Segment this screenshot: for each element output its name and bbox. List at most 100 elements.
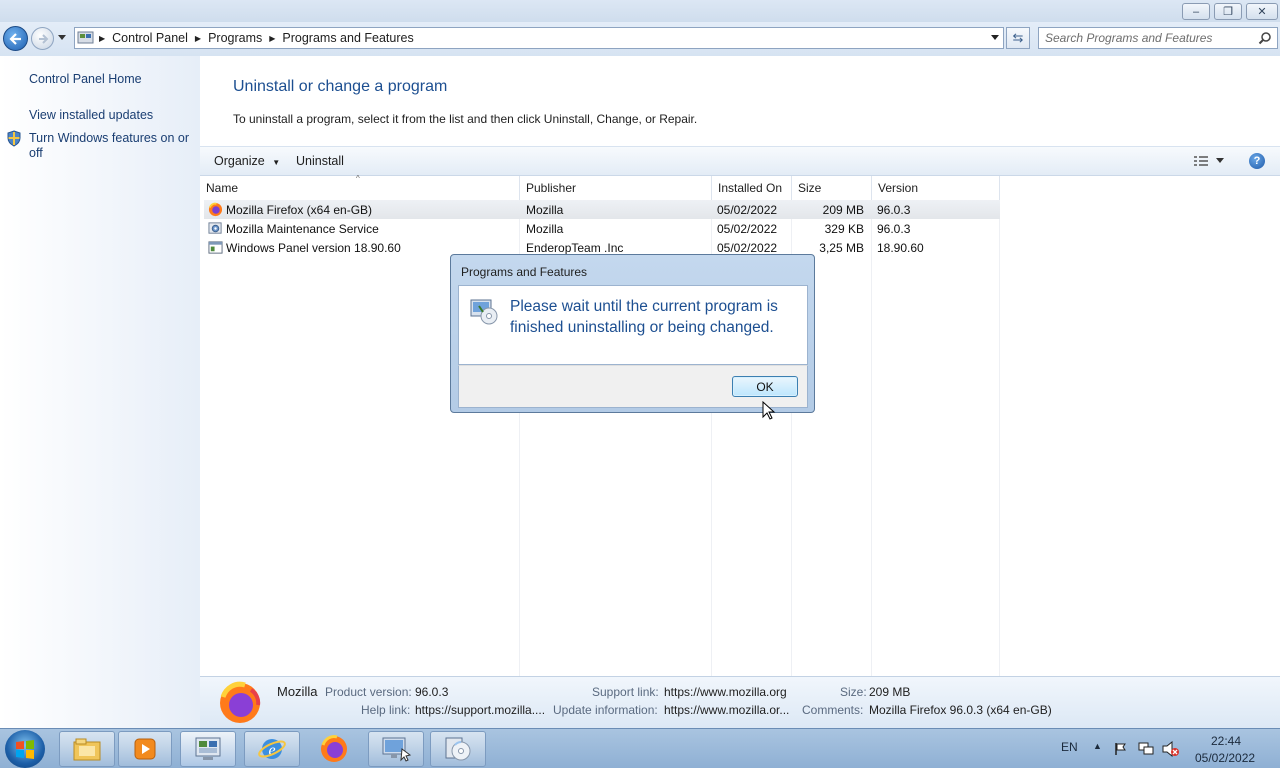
program-icon: [208, 241, 223, 254]
taskbar-media-player[interactable]: [118, 731, 172, 767]
close-icon: ✕: [1257, 6, 1267, 18]
support-link-value[interactable]: https://www.mozilla.org: [664, 685, 787, 699]
clock-date[interactable]: 05/02/2022: [1195, 751, 1255, 765]
details-publisher: Mozilla: [277, 684, 318, 699]
cell-publisher: EnderopTeam .Inc: [526, 241, 624, 255]
refresh-button[interactable]: ⇆: [1006, 27, 1030, 49]
volume-muted-icon[interactable]: [1162, 741, 1180, 757]
help-icon[interactable]: ?: [1249, 153, 1265, 169]
breadcrumb-programs[interactable]: Programs: [205, 31, 265, 45]
ok-button[interactable]: OK: [732, 376, 798, 397]
column-header-installed-on[interactable]: Installed On: [712, 176, 792, 200]
clock-time[interactable]: 22:44: [1211, 734, 1241, 748]
column-header-name[interactable]: Name ^: [200, 174, 520, 200]
taskbar-firefox[interactable]: [306, 731, 362, 767]
column-header-publisher[interactable]: Publisher: [520, 176, 712, 200]
firefox-icon: [321, 735, 347, 762]
internet-explorer-icon: e: [258, 739, 286, 759]
column-header-size[interactable]: Size: [792, 176, 872, 200]
uninstall-button[interactable]: Uninstall: [296, 154, 344, 168]
explorer-icon: [73, 738, 101, 761]
taskbar-control-panel[interactable]: [180, 731, 236, 767]
minimize-button[interactable]: –: [1182, 3, 1210, 20]
forward-button[interactable]: [31, 27, 54, 50]
command-bar: Organize ▼ Uninstall ?: [200, 146, 1280, 176]
cell-size: 3,25 MB: [819, 241, 864, 255]
breadcrumb-separator-icon: ▶: [99, 33, 106, 43]
taskbar-explorer[interactable]: [59, 731, 115, 767]
breadcrumb-control-panel[interactable]: Control Panel: [109, 31, 191, 45]
table-row[interactable]: Mozilla Firefox (x64 en-GB) Mozilla 05/0…: [204, 200, 1000, 219]
taskbar-disc-setup[interactable]: [430, 731, 486, 767]
address-box[interactable]: ▶ Control Panel ▶ Programs ▶ Programs an…: [74, 27, 1004, 49]
column-label: Publisher: [526, 181, 577, 195]
cell-publisher: Mozilla: [526, 203, 564, 217]
cell-publisher: Mozilla: [526, 222, 564, 236]
page-title: Uninstall or change a program: [233, 78, 448, 95]
column-label: Version: [878, 181, 919, 195]
control-panel-home-link[interactable]: Control Panel Home: [29, 72, 142, 87]
recent-pages-dropdown-icon[interactable]: [58, 35, 66, 40]
cell-version: 18.90.60: [877, 241, 924, 255]
column-divider: [999, 200, 1000, 676]
language-indicator[interactable]: EN: [1061, 740, 1078, 754]
maximize-button[interactable]: ❐: [1214, 3, 1242, 20]
maintenance-service-icon: [208, 222, 222, 234]
help-link-value[interactable]: https://support.mozilla....: [415, 703, 545, 717]
size-value: 209 MB: [869, 685, 911, 699]
column-label: Size: [798, 181, 822, 195]
action-center-flag-icon[interactable]: [1114, 742, 1128, 756]
dialog-button-area: OK: [458, 365, 808, 408]
help-link-label: Help link:: [361, 703, 411, 717]
cell-installed-on: 05/02/2022: [717, 203, 778, 217]
mouse-cursor-icon: [762, 401, 776, 420]
cell-version: 96.0.3: [877, 222, 911, 236]
view-installed-updates-link[interactable]: View installed updates: [29, 108, 153, 123]
cell-installed-on: 05/02/2022: [717, 241, 778, 255]
details-pane: Mozilla Product version: 96.0.3 Help lin…: [200, 676, 1280, 728]
forward-arrow-icon: [38, 33, 48, 44]
start-button[interactable]: [5, 730, 45, 768]
update-information-label: Update information:: [553, 703, 658, 717]
taskbar: e EN ▲ 22:44 05/02/2022: [0, 728, 1280, 768]
chevron-down-icon: ▼: [272, 158, 281, 167]
shield-icon: [7, 130, 21, 147]
cell-version: 96.0.3: [877, 203, 911, 217]
firefox-icon: [208, 202, 223, 217]
table-row[interactable]: Mozilla Maintenance Service Mozilla 05/0…: [204, 219, 1000, 238]
search-input[interactable]: [1045, 29, 1250, 47]
cell-size: 209 MB: [822, 203, 864, 217]
breadcrumb-programs-and-features[interactable]: Programs and Features: [279, 31, 416, 45]
taskbar-internet-explorer[interactable]: e: [244, 731, 300, 767]
cell-name: Windows Panel version 18.90.60: [226, 241, 401, 255]
support-link-label: Support link:: [592, 685, 659, 699]
view-options-icon[interactable]: [1193, 155, 1209, 169]
remote-desktop-icon: [382, 737, 412, 762]
sort-ascending-icon: ^: [356, 174, 360, 183]
minimize-icon: –: [1192, 5, 1200, 18]
comments-label: Comments:: [802, 703, 864, 717]
product-version-value: 96.0.3: [415, 685, 449, 699]
breadcrumb-separator-icon: ▶: [269, 33, 276, 43]
column-divider: [871, 200, 872, 676]
address-dropdown-icon[interactable]: [991, 35, 999, 40]
title-bar: – ❐ ✕: [0, 0, 1280, 22]
taskbar-remote-desktop[interactable]: [368, 731, 424, 767]
column-label: Installed On: [718, 181, 783, 195]
comments-value: Mozilla Firefox 96.0.3 (x64 en-GB): [869, 703, 1052, 717]
turn-windows-features-link[interactable]: Turn Windows features on or off: [29, 131, 194, 161]
media-player-icon: [134, 738, 156, 760]
search-icon[interactable]: [1258, 31, 1272, 45]
column-header-version[interactable]: Version: [872, 176, 1000, 200]
cell-installed-on: 05/02/2022: [717, 222, 778, 236]
restore-icon: ❐: [1223, 6, 1233, 18]
show-hidden-icons-icon[interactable]: ▲: [1093, 741, 1102, 751]
control-panel-icon: [77, 31, 94, 44]
back-button[interactable]: [3, 26, 28, 51]
organize-button[interactable]: Organize ▼: [214, 154, 280, 168]
close-window-button[interactable]: ✕: [1246, 3, 1278, 20]
update-information-value[interactable]: https://www.mozilla.or...: [664, 703, 789, 717]
address-bar-row: ▶ Control Panel ▶ Programs ▶ Programs an…: [0, 22, 1280, 56]
network-icon[interactable]: [1138, 742, 1154, 756]
view-dropdown-icon[interactable]: [1216, 158, 1224, 163]
